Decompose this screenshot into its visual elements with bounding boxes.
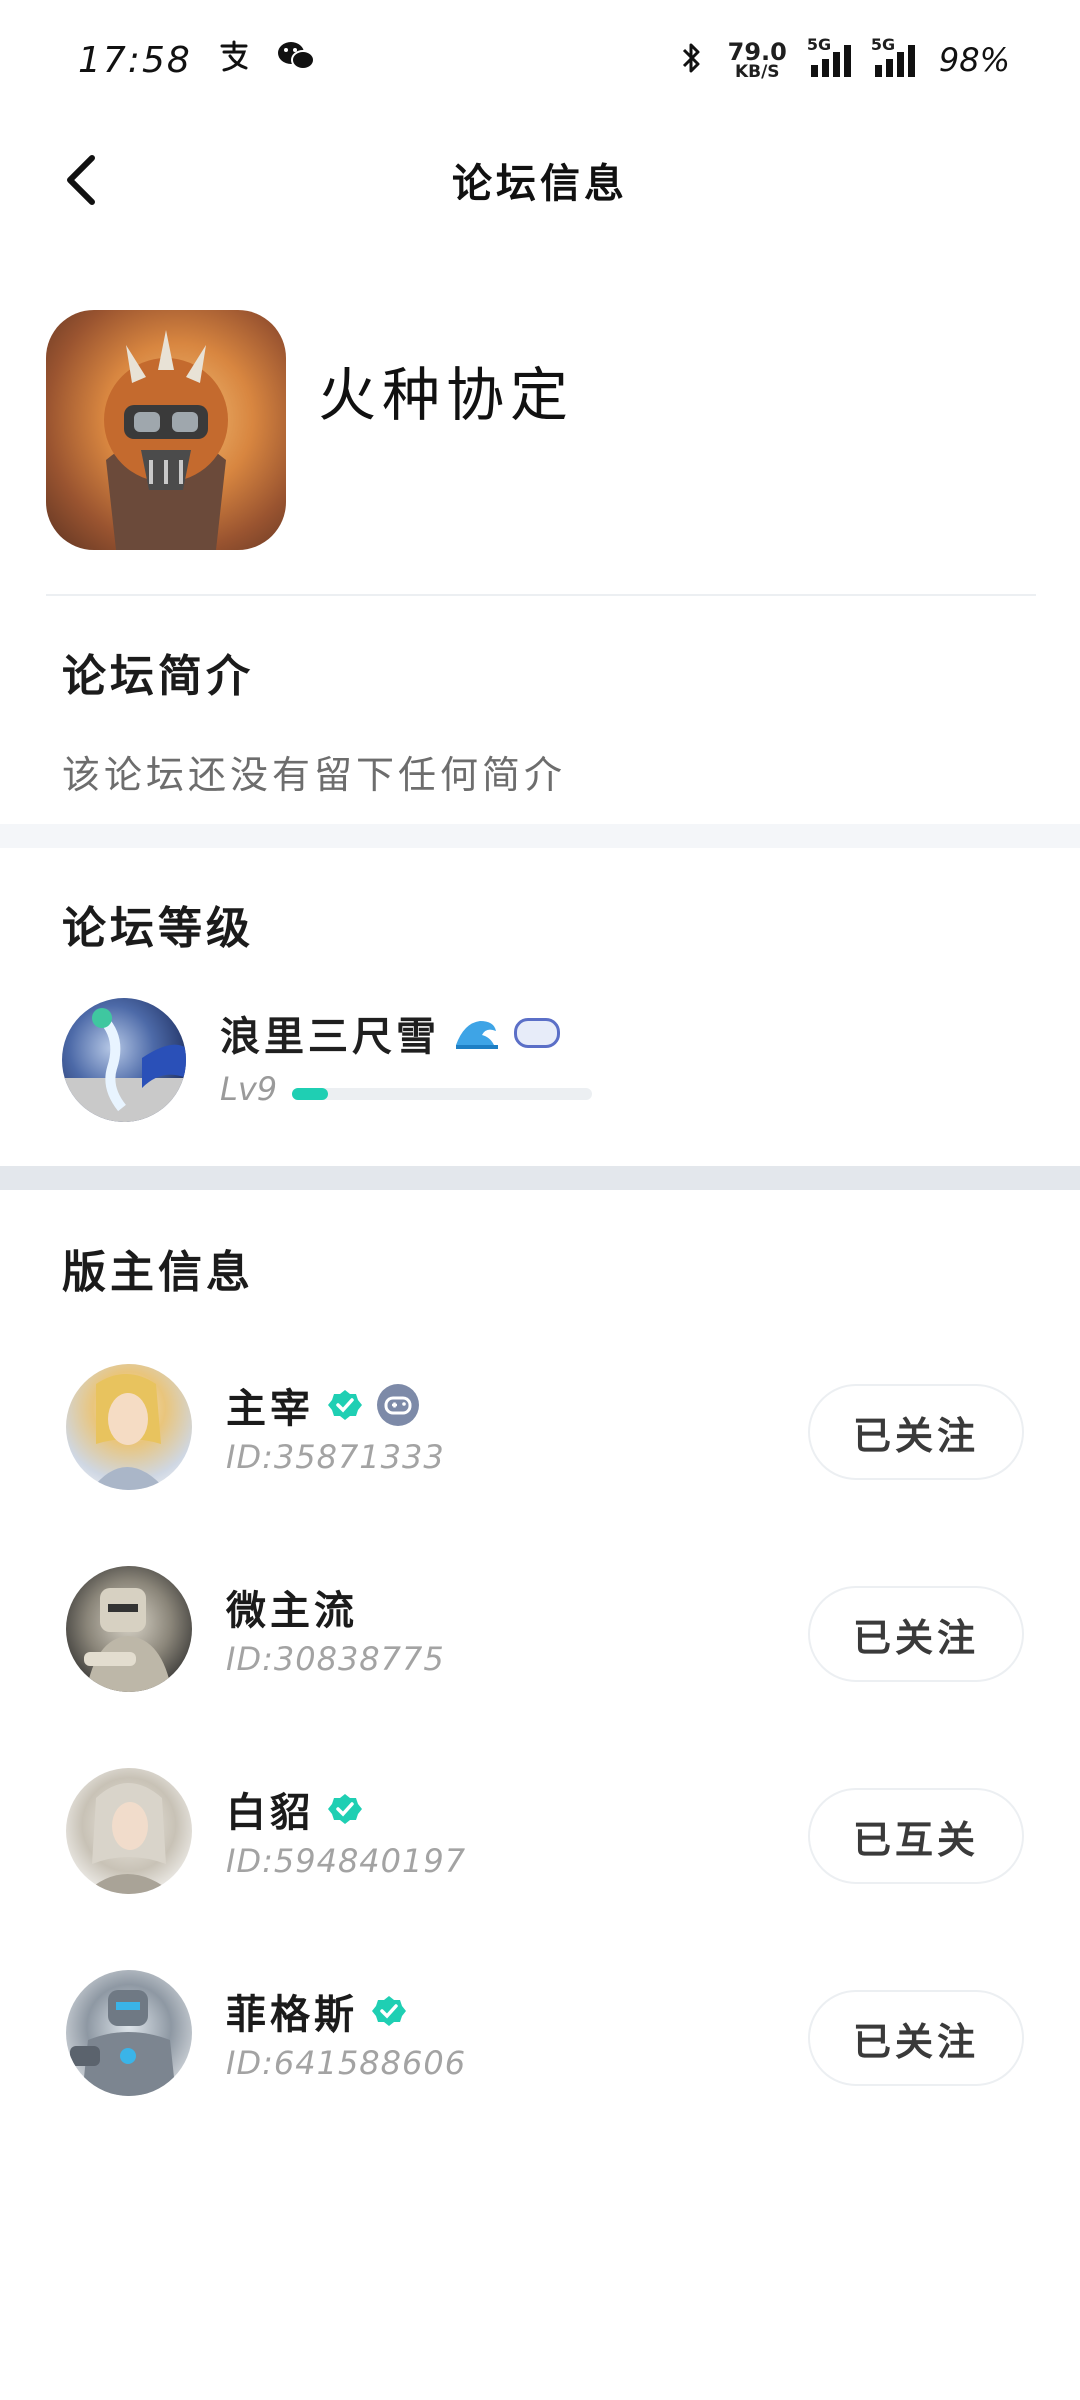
moderator-name: 微主流: [226, 1588, 358, 1634]
divider: [46, 594, 1036, 596]
level-title: 论坛等级: [62, 903, 254, 954]
section-separator: [0, 824, 1080, 848]
network-speed-unit: KB/S: [734, 61, 780, 82]
moderator-row[interactable]: 菲格斯 ID:641588606 已关注: [62, 1966, 1024, 2106]
verified-icon: [328, 1390, 362, 1420]
moderator-id: ID:30838775: [226, 1640, 445, 1678]
user-avatar[interactable]: [62, 998, 186, 1122]
signal-2-icon: 5G: [871, 35, 915, 77]
wechat-icon: [276, 39, 316, 82]
follow-status-button[interactable]: 已关注: [808, 1384, 1024, 1480]
moderator-name: 菲格斯: [226, 1992, 358, 2038]
status-left: 17:58: [78, 38, 316, 83]
signal-1-icon: 5G: [807, 35, 851, 77]
moderators-title: 版主信息: [62, 1247, 254, 1298]
moderator-id: ID:594840197: [226, 1842, 467, 1880]
moderator-avatar[interactable]: [66, 1970, 192, 2096]
moderator-name: 主宰: [226, 1386, 314, 1432]
moderator-row[interactable]: 白貂 ID:594840197 已互关: [62, 1764, 1024, 1904]
moderator-id: ID:641588606: [226, 2044, 467, 2082]
battery-level: 98%: [938, 41, 1010, 79]
moderator-id: ID:35871333: [226, 1438, 445, 1476]
gamepad-icon: [377, 1384, 419, 1426]
moderator-row[interactable]: 主宰 ID:35871333 已关注: [62, 1360, 1024, 1500]
follow-status-button[interactable]: 已关注: [808, 1990, 1024, 2086]
moderators-section: 版主信息 主宰 ID:35871333 已关注 微主流 ID:30838775 …: [62, 1236, 1024, 2096]
moderator-name-line: 主宰: [226, 1376, 420, 1434]
level-progress-bar: [292, 1088, 592, 1100]
forum-avatar: [46, 310, 286, 550]
forum-info-page: 17:58 79.0 KB/S 5G 5G 98% 论坛信息 火种协定 论坛简介…: [0, 0, 1080, 2400]
network-speed: 79.0 KB/S: [728, 40, 787, 81]
intro-text: 该论坛还没有留下任何简介: [62, 753, 567, 797]
intro-title: 论坛简介: [62, 651, 254, 702]
forum-level-section: 论坛等级 浪里三尺雪 Lv9: [62, 892, 1022, 1122]
status-bar: 17:58 79.0 KB/S 5G 5G 98%: [0, 0, 1080, 120]
alipay-icon: [216, 38, 252, 83]
bluetooth-icon: [680, 40, 704, 80]
back-button[interactable]: [50, 150, 110, 210]
status-time: 17:58: [78, 39, 192, 81]
moderator-name: 白貂: [226, 1790, 314, 1836]
section-separator: [0, 1166, 1080, 1190]
signal-1-label: 5G: [806, 35, 832, 54]
moderator-name-line: 白貂: [226, 1780, 362, 1838]
verified-icon: [328, 1794, 362, 1824]
level-user-line: 浪里三尺雪: [220, 1004, 560, 1062]
forum-intro-section: 论坛简介 该论坛还没有留下任何简介: [62, 640, 1022, 799]
moderator-name-line: 菲格斯: [226, 1982, 406, 2040]
signal-2-label: 5G: [870, 35, 896, 54]
follow-status-button[interactable]: 已关注: [808, 1586, 1024, 1682]
moderator-avatar[interactable]: [66, 1364, 192, 1490]
status-right: 79.0 KB/S 5G 5G 98%: [680, 35, 1010, 81]
follow-status-button[interactable]: 已互关: [808, 1788, 1024, 1884]
level-badge-icon: [514, 1018, 560, 1048]
network-speed-value: 79.0: [727, 37, 787, 66]
forum-header: 火种协定: [46, 310, 1036, 590]
page-title: 论坛信息: [452, 161, 628, 207]
verified-icon: [372, 1996, 406, 2026]
chevron-left-icon: [67, 155, 95, 205]
level-user-name: 浪里三尺雪: [220, 1014, 440, 1060]
level-label: Lv9: [220, 1070, 278, 1108]
forum-name: 火种协定: [318, 361, 575, 429]
wave-icon: [456, 1021, 498, 1049]
top-nav: 论坛信息: [0, 120, 1080, 240]
level-progress-fill: [292, 1088, 328, 1100]
moderator-row[interactable]: 微主流 ID:30838775 已关注: [62, 1562, 1024, 1702]
level-row[interactable]: 浪里三尺雪 Lv9: [62, 998, 1022, 1126]
moderator-avatar[interactable]: [66, 1768, 192, 1894]
moderator-name-line: 微主流: [226, 1578, 358, 1636]
moderator-avatar[interactable]: [66, 1566, 192, 1692]
